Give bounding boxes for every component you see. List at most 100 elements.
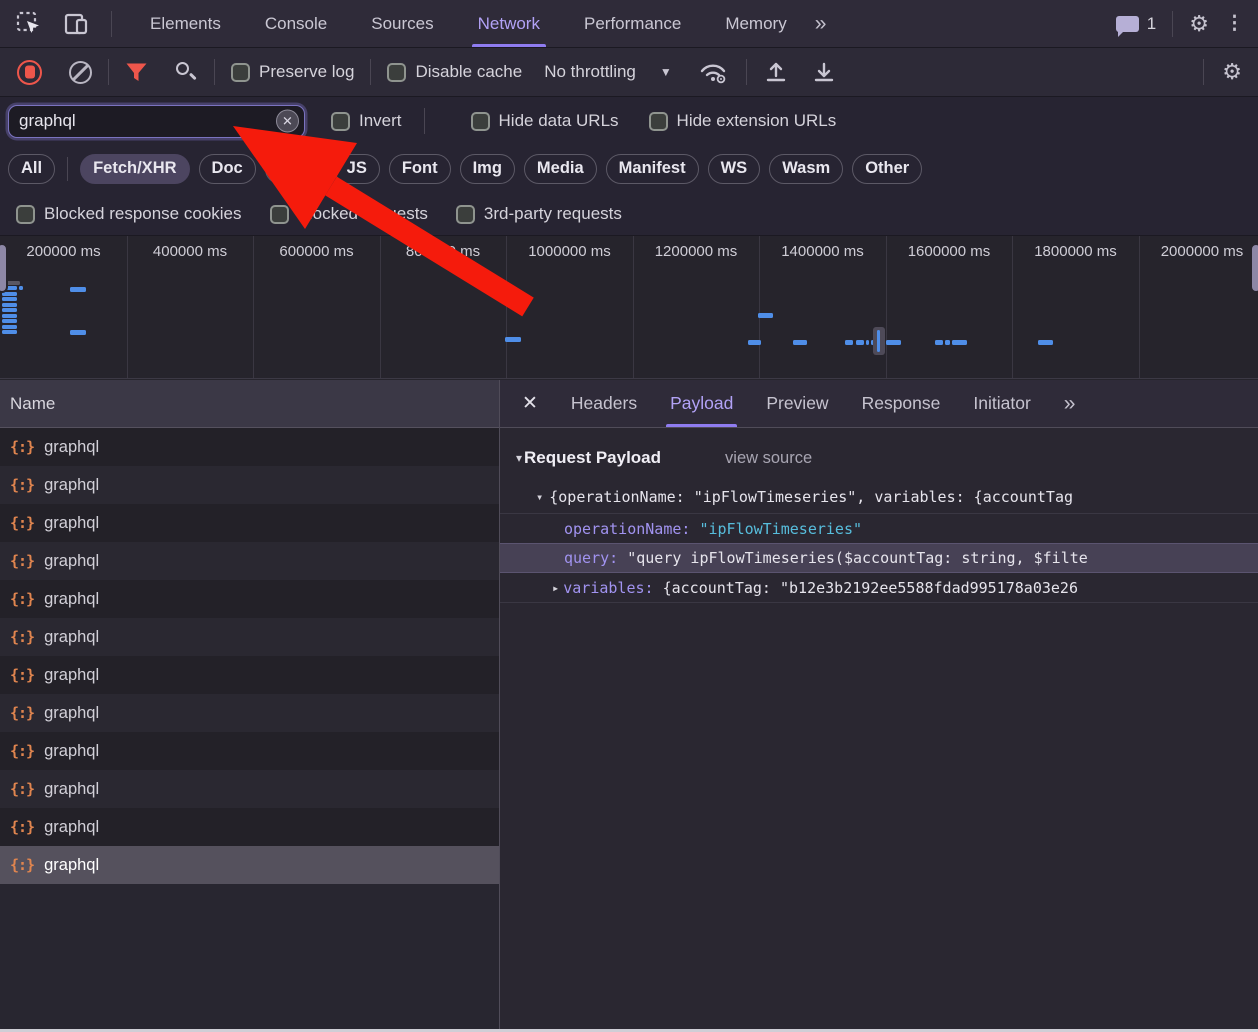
network-settings-gear-icon[interactable]: ⚙ (1222, 59, 1242, 85)
fetch-xhr-icon: {:} (10, 856, 35, 874)
checkbox[interactable] (16, 204, 35, 224)
more-detail-tabs-icon[interactable]: » (1064, 392, 1076, 416)
disable-cache-toggle[interactable]: Disable cache (387, 62, 522, 82)
chip-ws[interactable]: WS (707, 154, 761, 184)
tab-memory[interactable]: Memory (725, 0, 786, 47)
close-detail-icon[interactable]: ✕ (522, 392, 538, 415)
network-conditions-icon[interactable] (698, 60, 730, 84)
chip-fetch-xhr[interactable]: Fetch/XHR (80, 154, 190, 184)
timeline-scroll-handle-left[interactable] (0, 243, 8, 293)
chip-manifest[interactable]: Manifest (605, 154, 699, 184)
chip-img[interactable]: Img (459, 154, 515, 184)
requests-list: {:} graphql {:} graphql {:} graphql {:} graphql… (0, 428, 499, 1029)
detail-tab-initiator[interactable]: Initiator (973, 380, 1030, 427)
request-timing-bar (758, 313, 773, 318)
issues-message-icon[interactable] (1115, 15, 1139, 37)
payload-query-row[interactable]: query: "query ipFlowTimeseries($accountT… (500, 543, 1258, 573)
checkbox[interactable] (269, 204, 289, 224)
tab-console[interactable]: Console (265, 0, 327, 47)
devtools-tabbar: Elements Console Sources Network Performance… (0, 0, 1258, 48)
table-row[interactable]: {:} graphql (0, 770, 499, 808)
blocked-response-cookies-toggle[interactable]: Blocked response cookies (16, 204, 242, 224)
table-row[interactable]: {:} graphql (0, 428, 499, 466)
request-timing-bar (877, 330, 880, 352)
table-row[interactable]: {:} graphql (0, 846, 499, 884)
checkbox[interactable] (455, 204, 475, 224)
hide-data-urls-label: Hide data URLs (498, 111, 619, 130)
chip-wasm[interactable]: Wasm (769, 154, 844, 184)
detail-tab-payload[interactable]: Payload (666, 380, 738, 427)
preserve-log-checkbox[interactable] (231, 62, 250, 82)
clear-network-log-icon[interactable] (69, 60, 92, 84)
detail-tab-headers[interactable]: Headers (571, 380, 637, 427)
hide-data-urls-toggle[interactable]: Hide data URLs (470, 111, 619, 131)
inspect-element-icon[interactable] (16, 11, 41, 36)
timeline-scroll-handle-right[interactable] (1250, 243, 1258, 293)
settings-gear-icon[interactable]: ⚙ (1189, 11, 1209, 37)
table-row[interactable]: {:} graphql (0, 542, 499, 580)
chip-media[interactable]: Media (523, 154, 597, 184)
3rd-party-requests-toggle[interactable]: 3rd-party requests (455, 204, 622, 224)
table-row[interactable]: {:} graphql (0, 580, 499, 618)
request-name: graphql (44, 703, 100, 722)
detail-tab-preview[interactable]: Preview (766, 380, 828, 427)
chip-other[interactable]: Other (852, 154, 923, 184)
tab-performance[interactable]: Performance (584, 0, 681, 47)
blocked-requests-toggle[interactable]: Blocked requests (269, 204, 428, 224)
chip-css[interactable]: CSS (264, 154, 325, 184)
table-row[interactable]: {:} graphql (0, 656, 499, 694)
throttling-select[interactable]: No throttling ▼ (544, 62, 672, 82)
network-split-view: Name {:} graphql {:} graphql {:} graphql {:} gr… (0, 380, 1258, 1029)
table-row[interactable]: {:} graphql (0, 618, 499, 656)
tab-network[interactable]: Network (471, 0, 547, 47)
export-har-icon[interactable] (811, 60, 837, 84)
chip-font[interactable]: Font (388, 154, 451, 184)
chip-all[interactable]: All (8, 154, 56, 184)
kebab-menu-icon[interactable]: ⋮ (1225, 12, 1244, 35)
hide-data-urls-checkbox[interactable] (470, 111, 490, 131)
more-panels-icon[interactable]: » (815, 12, 827, 36)
import-har-icon[interactable] (763, 60, 789, 84)
request-name: graphql (44, 475, 100, 494)
network-overview-timeline[interactable]: 200000 ms 400000 ms 600000 ms 800000 ms 1000… (0, 235, 1258, 379)
table-row[interactable]: {:} graphql (0, 694, 499, 732)
toolbar-divider (111, 10, 112, 37)
request-timing-bar (886, 340, 901, 345)
chip-js[interactable]: JS (333, 154, 380, 184)
collapse-triangle-icon[interactable]: ▾ (516, 451, 522, 465)
table-row[interactable]: {:} graphql (0, 504, 499, 542)
detail-tab-response[interactable]: Response (862, 380, 941, 427)
request-payload-title: Request Payload (524, 448, 662, 467)
view-source-link[interactable]: view source (725, 449, 812, 468)
request-timing-bar (2, 325, 17, 329)
request-name: graphql (44, 817, 100, 836)
search-icon[interactable] (174, 60, 198, 84)
preserve-log-toggle[interactable]: Preserve log (231, 62, 354, 82)
flag-label: Blocked response cookies (44, 204, 242, 223)
record-network-log-button[interactable] (17, 59, 42, 85)
clear-filter-icon[interactable]: ✕ (276, 109, 299, 133)
tab-elements[interactable]: Elements (150, 0, 221, 47)
expand-triangle-icon[interactable]: ▸ (552, 581, 559, 595)
tab-sources[interactable]: Sources (371, 0, 433, 47)
filter-funnel-icon[interactable] (125, 62, 148, 83)
invert-checkbox[interactable] (331, 111, 350, 131)
hide-extension-urls-checkbox[interactable] (648, 111, 668, 131)
payload-preview-line[interactable]: ▾ {operationName: "ipFlowTimeseries", va… (536, 481, 1258, 513)
table-row[interactable]: {:} graphql (0, 466, 499, 504)
payload-operation-row[interactable]: operationName: "ipFlowTimeseries" (500, 513, 1258, 543)
name-column-header[interactable]: Name (0, 380, 499, 428)
chip-doc[interactable]: Doc (198, 154, 256, 184)
hide-extension-urls-toggle[interactable]: Hide extension URLs (648, 111, 836, 131)
disable-cache-checkbox[interactable] (387, 62, 407, 82)
filter-input-box[interactable]: ✕ (8, 104, 305, 138)
device-toolbar-icon[interactable] (63, 12, 89, 36)
throttling-value: No throttling (544, 62, 636, 81)
collapse-triangle-icon[interactable]: ▾ (536, 490, 543, 504)
invert-toggle[interactable]: Invert (331, 111, 402, 131)
payload-variables-row[interactable]: ▸ variables: {accountTag: "b12e3b2192ee5… (500, 573, 1258, 603)
filter-input[interactable] (9, 111, 304, 131)
request-name: graphql (44, 779, 100, 798)
table-row[interactable]: {:} graphql (0, 732, 499, 770)
table-row[interactable]: {:} graphql (0, 808, 499, 846)
